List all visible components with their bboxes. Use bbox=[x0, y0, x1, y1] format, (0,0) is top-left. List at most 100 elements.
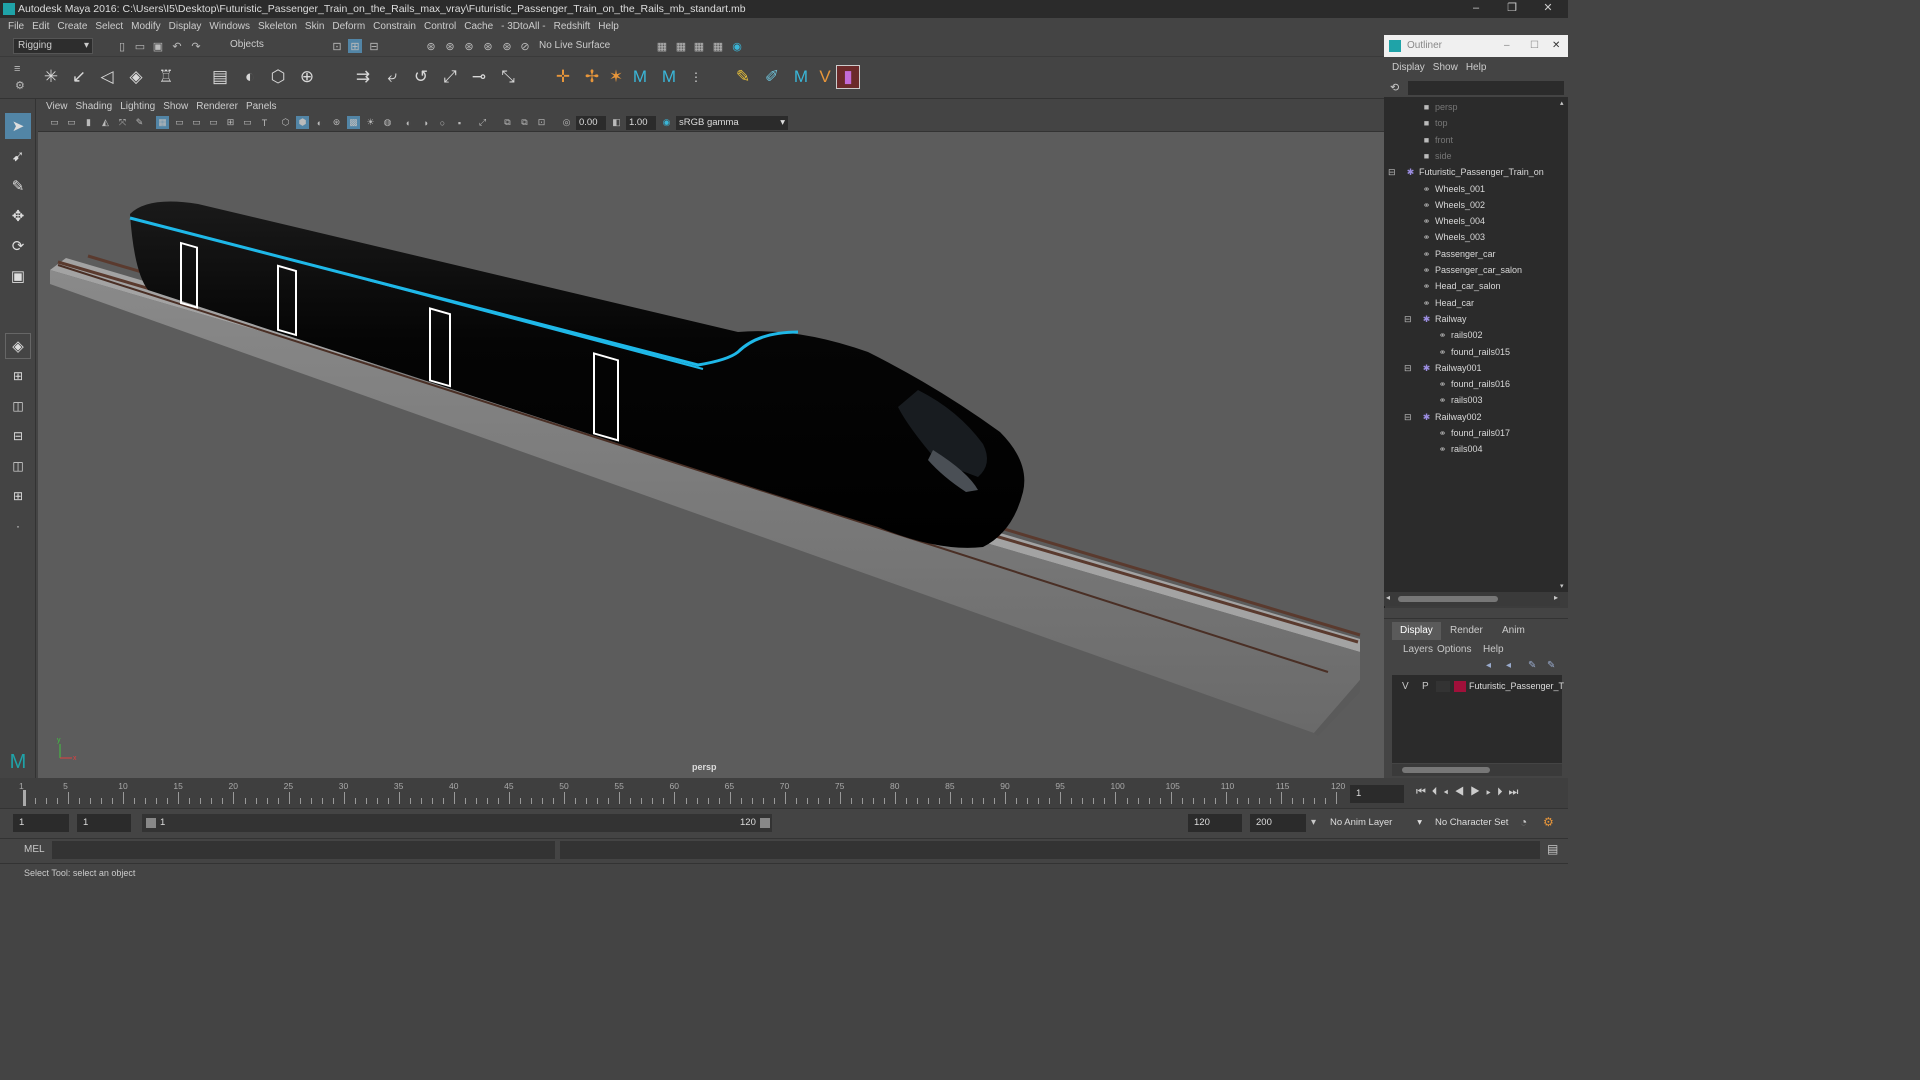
outliner-item[interactable]: ⊟ ✱ Railway001 bbox=[1404, 360, 1482, 376]
parent-constraint-icon[interactable]: ⇉ bbox=[351, 65, 375, 89]
redo-icon[interactable]: ↷ bbox=[189, 39, 203, 53]
bind-skin-icon[interactable]: ▤ bbox=[208, 65, 232, 89]
menu-create[interactable]: Create bbox=[57, 18, 87, 35]
vray-icon[interactable]: V bbox=[813, 65, 837, 89]
undo-icon[interactable]: ↶ bbox=[170, 39, 184, 53]
joint-tool-icon[interactable]: ✳ bbox=[39, 65, 63, 89]
step-back-key-icon[interactable]: ⏴ bbox=[1432, 786, 1444, 798]
snap-point-icon[interactable]: ⊛ bbox=[462, 39, 476, 53]
menu-modify[interactable]: Modify bbox=[131, 18, 160, 35]
textured-icon[interactable]: ⊛ bbox=[330, 116, 343, 129]
pivot-icon[interactable]: ✢ bbox=[580, 65, 604, 89]
menu-windows[interactable]: Windows bbox=[209, 18, 250, 35]
layer-row[interactable]: V P Futuristic_Passenger_T bbox=[1394, 679, 1564, 694]
maximize-button[interactable]: ❐ bbox=[1494, 0, 1530, 18]
scale-constraint-icon[interactable]: ⤢ bbox=[438, 65, 462, 89]
go-to-start-icon[interactable]: ⏮ bbox=[1416, 786, 1432, 798]
rotate-tool-icon[interactable]: ⟳ bbox=[5, 233, 31, 259]
color-management-icon[interactable]: ◉ bbox=[660, 116, 673, 129]
layer-tab-render[interactable]: Render bbox=[1442, 622, 1491, 640]
move-layer-up-icon[interactable]: ◂ bbox=[1486, 660, 1491, 671]
animation-end-input[interactable]: 200 bbox=[1250, 814, 1306, 832]
scroll-down-icon[interactable]: ▾ bbox=[1560, 582, 1564, 590]
preferences-icon[interactable]: ⚙ bbox=[1543, 815, 1554, 829]
outliner-hscrollbar[interactable]: ◂ ▸ bbox=[1384, 592, 1560, 606]
point-constraint-icon[interactable]: ⤶ bbox=[380, 65, 404, 89]
save-scene-icon[interactable]: ▣ bbox=[151, 39, 165, 53]
script-editor-icon[interactable]: ▤ bbox=[1547, 842, 1558, 856]
outliner-search-input[interactable] bbox=[1408, 81, 1564, 95]
outliner-item[interactable]: ■ side bbox=[1420, 148, 1452, 164]
maya-logo-icon[interactable]: M bbox=[628, 65, 652, 89]
locator-icon[interactable]: ✛ bbox=[551, 65, 575, 89]
menu-set-dropdown[interactable]: Rigging ▾ bbox=[13, 38, 93, 54]
exposure-input[interactable]: 0.00 bbox=[576, 116, 606, 130]
grid-toggle-icon[interactable]: ▦ bbox=[156, 116, 169, 129]
aim-constraint-icon[interactable]: ⊸ bbox=[467, 65, 491, 89]
safe-action-icon[interactable]: ▭ bbox=[241, 116, 254, 129]
gamma-icon[interactable]: ◧ bbox=[610, 116, 623, 129]
anim-layer-dropdown[interactable]: No Anim Layer ▾ bbox=[1324, 814, 1424, 832]
lasso-tool-icon[interactable]: ➹ bbox=[5, 143, 31, 169]
hypershade-layout-icon[interactable]: ◫ bbox=[5, 453, 31, 479]
camera-select-icon[interactable]: ▭ bbox=[48, 116, 61, 129]
ik-handle-icon[interactable]: ↙ bbox=[67, 65, 91, 89]
select-component-icon[interactable]: ⊟ bbox=[367, 39, 381, 53]
collapse-icon[interactable]: ⊟ bbox=[1404, 360, 1416, 376]
outliner-close-icon[interactable]: ✕ bbox=[1552, 35, 1560, 57]
selection-mode-dropdown[interactable]: Objects bbox=[226, 38, 310, 54]
layer-hscroll-thumb[interactable] bbox=[1402, 767, 1490, 773]
persp-graph-layout-icon[interactable]: ⊟ bbox=[5, 423, 31, 449]
ik-spline-icon[interactable]: ◁ bbox=[95, 65, 119, 89]
new-empty-layer-icon[interactable]: ✎ bbox=[1528, 660, 1536, 671]
outliner-item[interactable]: ⚭ Wheels_002 bbox=[1420, 197, 1485, 213]
2d-pan-zoom-icon[interactable]: ⤧ bbox=[116, 116, 129, 129]
outliner-minimize-icon[interactable]: – bbox=[1504, 35, 1510, 57]
range-slider-start-handle[interactable] bbox=[146, 818, 156, 828]
outliner-item[interactable]: ⚭ Passenger_car_salon bbox=[1420, 262, 1522, 278]
outliner-item[interactable]: ■ persp bbox=[1420, 99, 1458, 115]
outliner-item[interactable]: ⚭ Head_car bbox=[1420, 295, 1474, 311]
outliner-item[interactable]: ⚭ Passenger_car bbox=[1420, 246, 1496, 262]
maya-logo-alt-icon[interactable]: M bbox=[657, 65, 681, 89]
current-time-marker[interactable] bbox=[23, 790, 26, 806]
gamma-input[interactable]: 1.00 bbox=[626, 116, 656, 130]
layer-type-toggle[interactable] bbox=[1436, 681, 1450, 692]
menu-deform[interactable]: Deform bbox=[332, 18, 365, 35]
mel-label[interactable]: MEL bbox=[24, 844, 45, 855]
collapse-icon[interactable]: ⊟ bbox=[1404, 409, 1416, 425]
minimize-button[interactable]: – bbox=[1458, 0, 1494, 18]
play-forward-icon[interactable]: ▶ bbox=[1470, 786, 1486, 798]
layers-menu-options[interactable]: Options bbox=[1437, 644, 1471, 655]
xray-icon[interactable]: ▪ bbox=[453, 116, 466, 129]
new-scene-icon[interactable]: ▯ bbox=[115, 39, 129, 53]
menu-select[interactable]: Select bbox=[95, 18, 123, 35]
current-frame-input[interactable]: 1 bbox=[1350, 785, 1404, 803]
layers-menu-help[interactable]: Help bbox=[1483, 644, 1504, 655]
dof-icon[interactable]: ○ bbox=[436, 116, 449, 129]
vp-menu-renderer[interactable]: Renderer bbox=[196, 99, 238, 115]
mel-input[interactable] bbox=[52, 841, 555, 859]
layer-color-swatch[interactable] bbox=[1454, 681, 1466, 692]
gate-mask-icon[interactable]: ▭ bbox=[207, 116, 220, 129]
menu-edit[interactable]: Edit bbox=[32, 18, 49, 35]
isolate-select-icon[interactable]: ⤢ bbox=[476, 116, 489, 129]
redshift-icon[interactable]: ▮ bbox=[836, 65, 860, 89]
layer-visibility-toggle[interactable]: V bbox=[1402, 681, 1409, 692]
outliner-item[interactable]: ⚭ rails002 bbox=[1436, 327, 1483, 343]
collapse-icon[interactable]: ⊟ bbox=[1404, 311, 1416, 327]
select-object-icon[interactable]: ⊞ bbox=[348, 39, 362, 53]
layers-menu-layers[interactable]: Layers bbox=[1403, 644, 1433, 655]
wireframe-icon[interactable]: ⬡ bbox=[279, 116, 292, 129]
four-view-layout-icon[interactable]: ⊞ bbox=[5, 363, 31, 389]
new-layer-selected-icon[interactable]: ✎ bbox=[1547, 660, 1555, 671]
shelf-gear-icon[interactable]: ⚙ bbox=[15, 79, 25, 92]
use-all-lights-icon[interactable]: ▩ bbox=[347, 116, 360, 129]
cluster-icon[interactable]: ⊕ bbox=[295, 65, 319, 89]
vp-menu-lighting[interactable]: Lighting bbox=[120, 99, 155, 115]
time-slider[interactable]: 1 5 10 15 20 25 30 35 40 45 50 55 60 65 70 75 80 85 90 95 10… bbox=[0, 778, 1384, 808]
menu-constrain[interactable]: Constrain bbox=[373, 18, 416, 35]
ambient-occlusion-icon[interactable]: ◍ bbox=[381, 116, 394, 129]
field-chart-icon[interactable]: ⊞ bbox=[224, 116, 237, 129]
persp-outliner-layout-icon[interactable]: ◫ bbox=[5, 393, 31, 419]
